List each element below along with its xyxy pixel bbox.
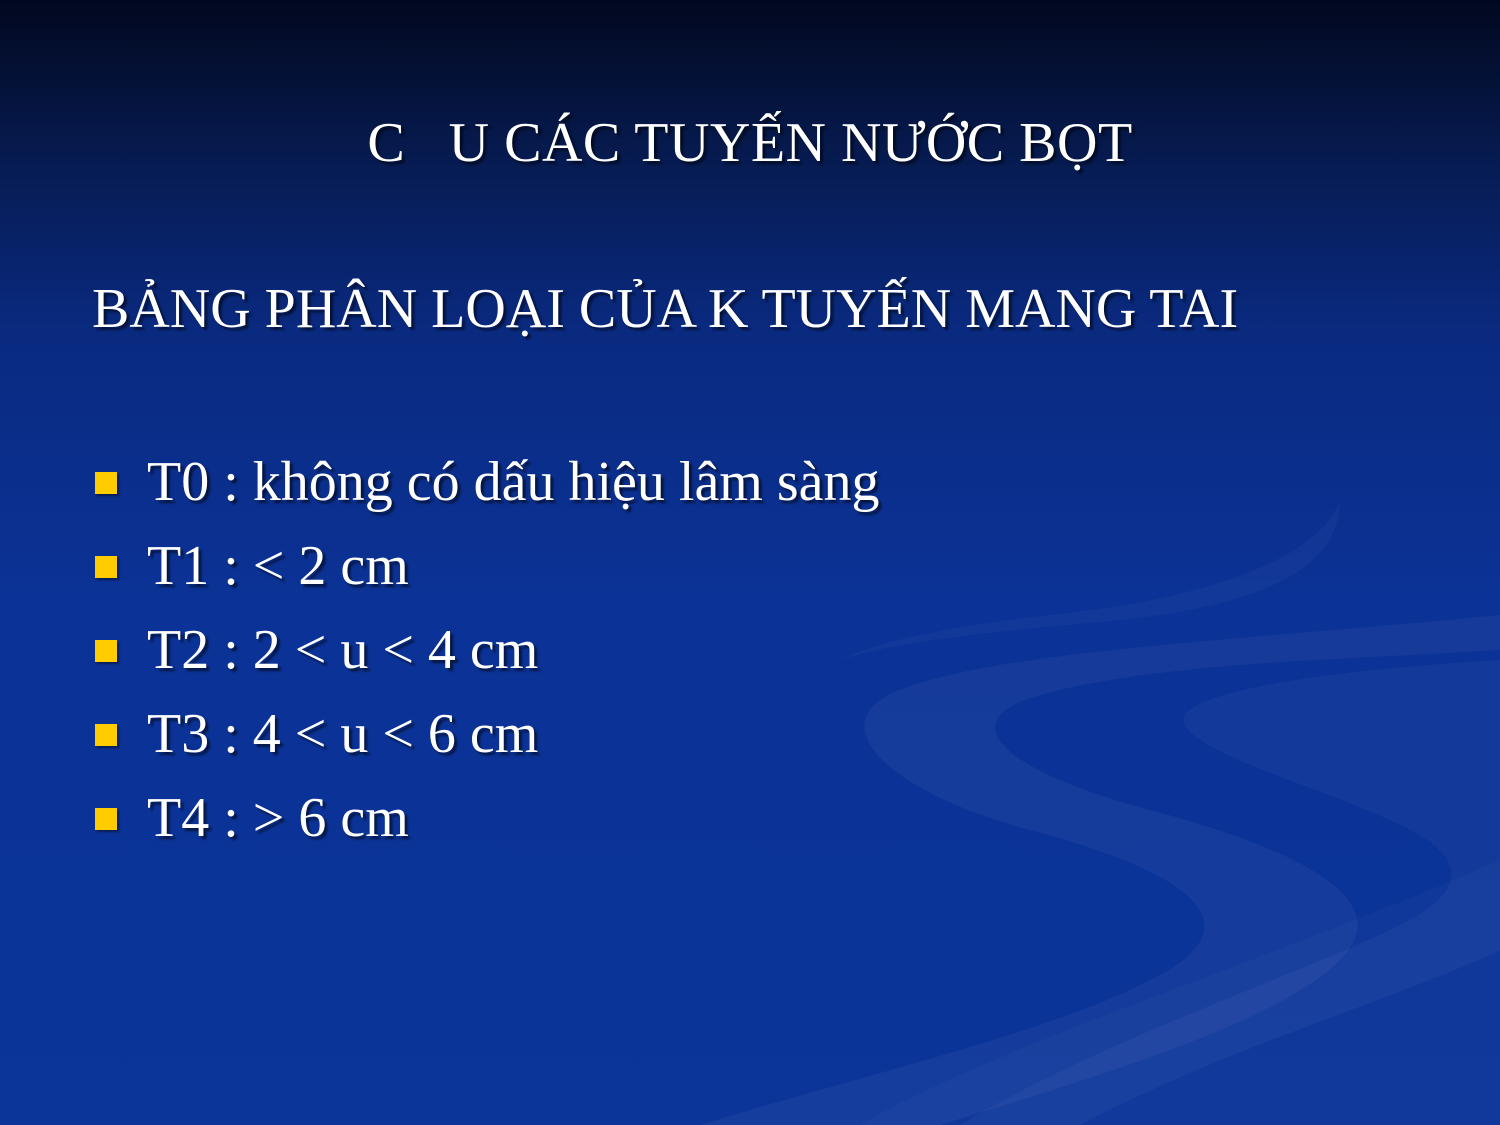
square-bullet-icon [95, 472, 117, 494]
bullet-item-t0: T0 : không có dấu hiệu lâm sàng [92, 440, 880, 524]
slide-subtitle: BẢNG PHÂN LOẠI CỦA K TUYẾN MANG TAI [92, 278, 1239, 340]
square-bullet-icon [95, 556, 117, 578]
bullet-item-t1: T1 : < 2 cm [92, 524, 880, 608]
bullet-text: T3 : 4 < u < 6 cm [147, 703, 539, 765]
square-bullet-icon [95, 724, 117, 746]
square-bullet-icon [95, 808, 117, 830]
square-bullet-icon [95, 640, 117, 662]
slide-title: C U CÁC TUYẾN NƯỚC BỌT [367, 112, 1133, 174]
bullet-text: T4 : > 6 cm [147, 787, 409, 849]
bullet-item-t2: T2 : 2 < u < 4 cm [92, 608, 880, 692]
bullet-item-t4: T4 : > 6 cm [92, 776, 880, 860]
bullet-list: T0 : không có dấu hiệu lâm sàng T1 : < 2… [92, 440, 880, 860]
bullet-text: T0 : không có dấu hiệu lâm sàng [147, 451, 880, 513]
bullet-text: T2 : 2 < u < 4 cm [147, 619, 539, 681]
slide: C U CÁC TUYẾN NƯỚC BỌT BẢNG PHÂN LOẠI CỦ… [0, 0, 1500, 1125]
bullet-text: T1 : < 2 cm [147, 535, 409, 597]
bullet-item-t3: T3 : 4 < u < 6 cm [92, 692, 880, 776]
